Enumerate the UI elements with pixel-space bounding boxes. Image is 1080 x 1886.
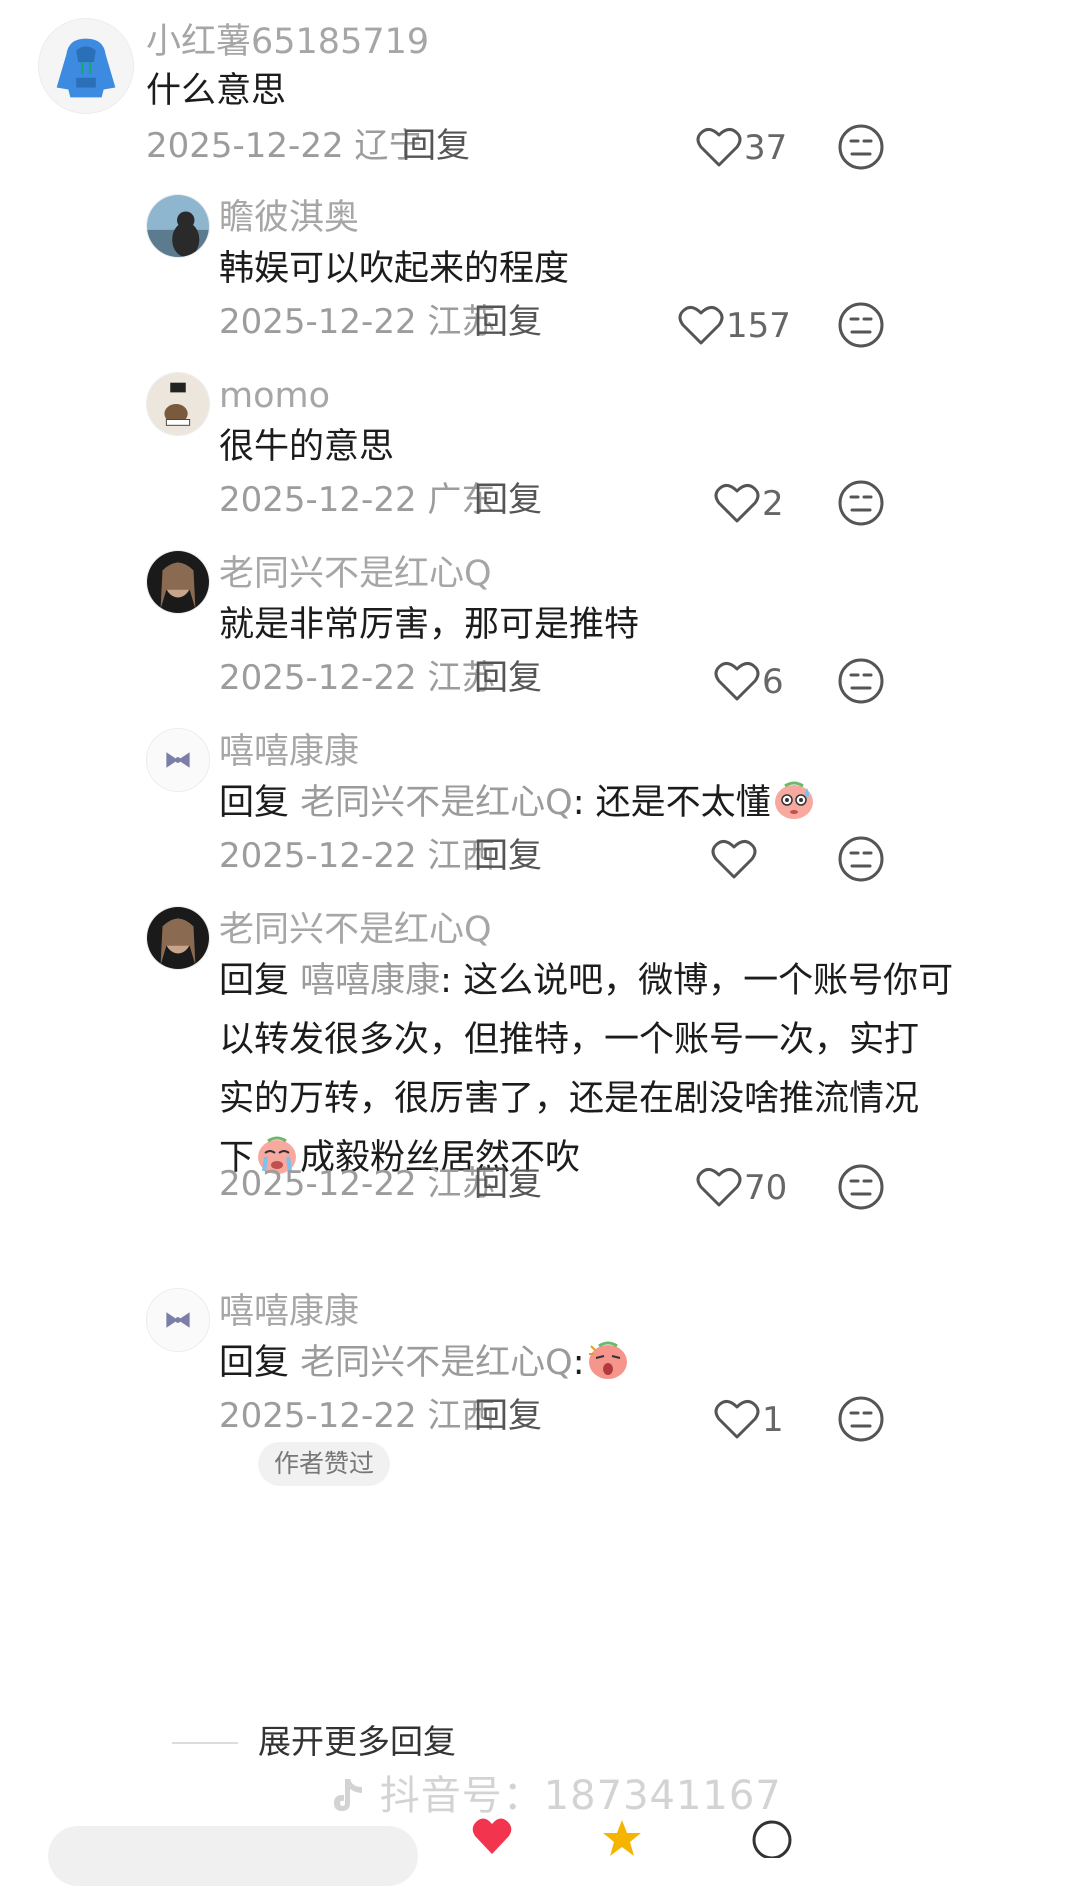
expand-divider bbox=[172, 1742, 238, 1744]
comment-date: 2025-12-22 bbox=[219, 1164, 417, 1204]
reply-button[interactable]: 回复 bbox=[474, 480, 542, 520]
comment-date: 2025-12-22 bbox=[219, 302, 417, 342]
reply-body: : bbox=[572, 1343, 585, 1383]
heart-outline-icon[interactable] bbox=[695, 1165, 743, 1209]
comment-date: 2025-12-22 bbox=[219, 1396, 417, 1436]
expand-more-replies-button[interactable]: 展开更多回复 bbox=[258, 1722, 456, 1762]
reply-target-username[interactable]: 嘻嘻康康 bbox=[300, 961, 440, 1001]
avatar[interactable] bbox=[146, 372, 210, 436]
username[interactable]: 老同兴不是红心Q bbox=[219, 554, 492, 594]
heart-outline-icon[interactable] bbox=[713, 659, 761, 703]
share-icon[interactable] bbox=[750, 1818, 794, 1858]
reply-button[interactable]: 回复 bbox=[474, 658, 542, 698]
comment-date-location: 2025-12-22 江西 bbox=[219, 836, 495, 876]
reply-button[interactable]: 回复 bbox=[474, 302, 542, 342]
dislike-face-icon[interactable] bbox=[836, 122, 886, 172]
sweat-emoji bbox=[771, 776, 817, 822]
reply-prefix: 回复 bbox=[219, 961, 290, 1001]
heart-outline-icon[interactable] bbox=[713, 481, 761, 525]
comment-date: 2025-12-22 bbox=[219, 480, 417, 520]
comment-date-location: 2025-12-22 江苏 bbox=[219, 1164, 495, 1204]
username[interactable]: 瞻彼淇奥 bbox=[219, 198, 359, 238]
comment-date-location: 2025-12-22 辽宁 bbox=[146, 126, 422, 166]
like-count: 2 bbox=[762, 484, 784, 524]
comment-text-line-1: 回复 嘻嘻康康: 这么说吧，微博，一个账号你可 bbox=[219, 952, 953, 1011]
dislike-face-icon[interactable] bbox=[836, 1162, 886, 1212]
reply-button[interactable]: 回复 bbox=[474, 836, 542, 876]
reply-body: : 这么说吧，微博，一个账号你可 bbox=[440, 961, 954, 1001]
dislike-face-icon[interactable] bbox=[836, 834, 886, 884]
username[interactable]: 小红薯65185719 bbox=[146, 22, 429, 62]
heart-outline-icon[interactable] bbox=[677, 303, 725, 347]
comment-date-location: 2025-12-22 江苏 bbox=[219, 658, 495, 698]
heart-outline-icon[interactable] bbox=[710, 837, 758, 881]
like-count: 37 bbox=[744, 128, 788, 168]
reply-target-username[interactable]: 老同兴不是红心Q bbox=[300, 783, 573, 823]
avatar[interactable] bbox=[38, 18, 134, 114]
comment-date: 2025-12-22 bbox=[219, 836, 417, 876]
heart-outline-icon[interactable] bbox=[713, 1397, 761, 1441]
comment-text: 韩娱可以吹起来的程度 bbox=[219, 249, 570, 289]
reply-button[interactable]: 回复 bbox=[474, 1164, 542, 1204]
comment-date-location: 2025-12-22 广东 bbox=[219, 480, 495, 520]
like-count: 1 bbox=[762, 1400, 784, 1440]
bottom-input-bar bbox=[0, 1808, 1080, 1886]
like-count: 70 bbox=[744, 1168, 788, 1208]
comment-text-line-3: 实的万转，很厉害了，还是在剧没啥推流情况 bbox=[219, 1079, 920, 1119]
shocked-emoji bbox=[585, 1336, 631, 1382]
reply-prefix: 回复 bbox=[219, 783, 290, 823]
username[interactable]: 嘻嘻康康 bbox=[219, 732, 359, 772]
dislike-face-icon[interactable] bbox=[836, 656, 886, 706]
comment-text: 回复 老同兴不是红心Q: 还是不太懂 bbox=[219, 774, 817, 833]
username[interactable]: 老同兴不是红心Q bbox=[219, 910, 492, 950]
reply-prefix: 回复 bbox=[219, 1343, 290, 1383]
comment-text-line-2: 以转发很多次，但推特，一个账号一次，实打 bbox=[219, 1020, 920, 1060]
dislike-face-icon[interactable] bbox=[836, 300, 886, 350]
avatar[interactable] bbox=[146, 194, 210, 258]
dislike-face-icon[interactable] bbox=[836, 1394, 886, 1444]
avatar[interactable] bbox=[146, 550, 210, 614]
star-icon[interactable] bbox=[600, 1818, 644, 1858]
avatar[interactable] bbox=[146, 906, 210, 970]
comment-input[interactable] bbox=[48, 1826, 418, 1886]
comment-text: 什么意思 bbox=[146, 71, 287, 111]
like-count: 157 bbox=[726, 306, 791, 346]
heart-icon[interactable] bbox=[470, 1816, 514, 1856]
username[interactable]: momo bbox=[219, 376, 330, 416]
comment-date: 2025-12-22 bbox=[219, 658, 417, 698]
username[interactable]: 嘻嘻康康 bbox=[219, 1292, 359, 1332]
comment-text: 回复 老同兴不是红心Q: bbox=[219, 1334, 631, 1393]
comment-text: 就是非常厉害，那可是推特 bbox=[219, 605, 640, 645]
avatar[interactable] bbox=[146, 728, 210, 792]
author-liked-badge: 作者赞过 bbox=[258, 1442, 391, 1486]
reply-body: : 还是不太懂 bbox=[572, 783, 771, 823]
reply-target-username[interactable]: 老同兴不是红心Q bbox=[300, 1343, 573, 1383]
avatar[interactable] bbox=[146, 1288, 210, 1352]
dislike-face-icon[interactable] bbox=[836, 478, 886, 528]
reply-button[interactable]: 回复 bbox=[402, 126, 470, 166]
hoodie-avatar-icon bbox=[39, 19, 133, 113]
comment-text: 很牛的意思 bbox=[219, 427, 395, 467]
heart-outline-icon[interactable] bbox=[695, 125, 743, 169]
like-count: 6 bbox=[762, 662, 784, 702]
comment-date-location: 2025-12-22 江西 bbox=[219, 1396, 495, 1436]
reply-button[interactable]: 回复 bbox=[474, 1396, 542, 1436]
comment-date-location: 2025-12-22 江苏 bbox=[219, 302, 495, 342]
comment-date: 2025-12-22 bbox=[146, 126, 344, 166]
